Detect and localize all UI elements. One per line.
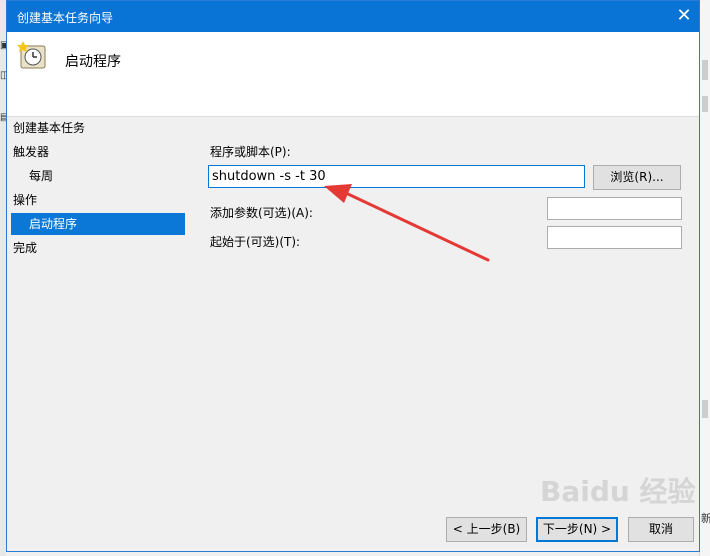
step-finish[interactable]: 完成 bbox=[13, 237, 37, 259]
browse-button[interactable]: 浏览(R)... bbox=[593, 165, 681, 190]
cancel-button[interactable]: 取消 bbox=[628, 517, 694, 542]
back-button[interactable]: < 上一步(B) bbox=[446, 517, 527, 542]
step-weekly[interactable]: 每周 bbox=[29, 165, 53, 187]
task-scheduler-icon bbox=[17, 41, 46, 69]
background-scrollbar bbox=[702, 400, 708, 418]
page-title: 启动程序 bbox=[65, 54, 121, 70]
step-start-program[interactable]: 启动程序 bbox=[11, 213, 185, 235]
start-in-input[interactable] bbox=[547, 226, 682, 249]
background-window-right: 新 bbox=[699, 0, 710, 556]
background-text: 新 bbox=[701, 512, 710, 525]
wizard-header: 启动程序 bbox=[7, 32, 699, 117]
program-label: 程序或脚本(P): bbox=[210, 145, 291, 159]
start-in-label: 起始于(可选)(T): bbox=[210, 235, 301, 249]
step-create-basic-task[interactable]: 创建基本任务 bbox=[13, 117, 85, 139]
program-input[interactable] bbox=[208, 165, 585, 188]
background-scrollbar bbox=[702, 60, 708, 80]
window-title: 创建基本任务向导 bbox=[17, 11, 114, 25]
background-scrollbar bbox=[702, 96, 708, 112]
title-bar: 创建基本任务向导 ✕ bbox=[7, 1, 699, 32]
arguments-label: 添加参数(可选)(A): bbox=[210, 206, 313, 220]
step-trigger[interactable]: 触发器 bbox=[13, 141, 49, 163]
create-basic-task-wizard: 创建基本任务向导 ✕ 启动程序 创建基本任务 触发器 每周 操作 启动程序 完成… bbox=[6, 0, 700, 552]
arguments-input[interactable] bbox=[547, 197, 682, 220]
step-action[interactable]: 操作 bbox=[13, 189, 37, 211]
close-button[interactable]: ✕ bbox=[669, 1, 699, 32]
next-button[interactable]: 下一步(N) > bbox=[536, 517, 618, 542]
